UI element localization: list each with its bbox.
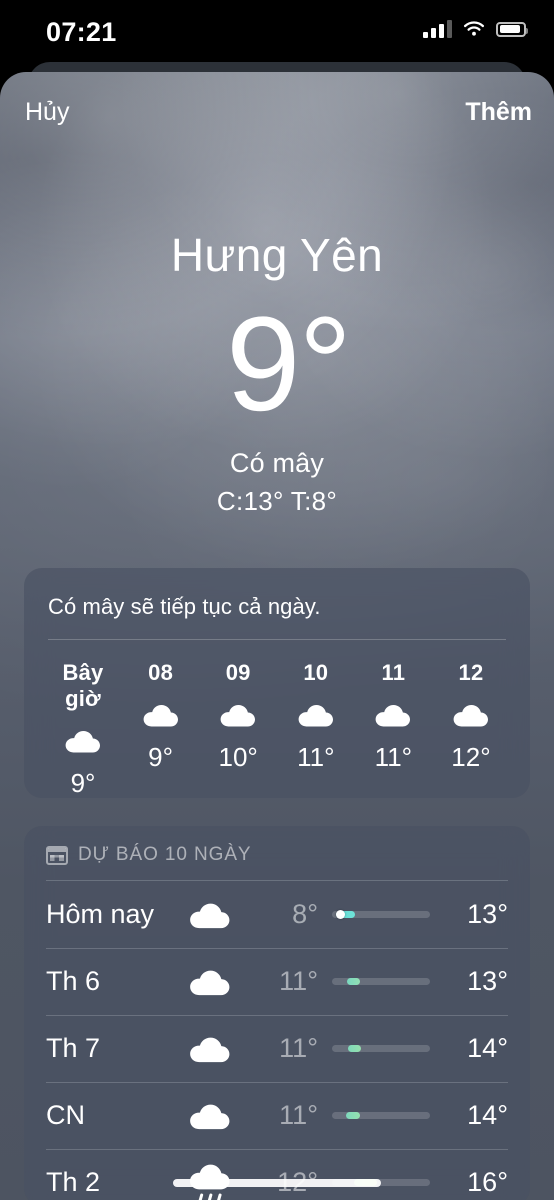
daily-row-day: Th 7 bbox=[46, 1033, 101, 1063]
daily-row-low-temp: 11° bbox=[279, 1100, 318, 1130]
daily-row-low-temp: 11° bbox=[279, 1033, 318, 1063]
sheet-navigation-bar: Hủy Thêm bbox=[0, 72, 554, 150]
daily-forecast-row[interactable]: Hôm nay 8° 13° bbox=[24, 881, 530, 948]
hourly-item-icon bbox=[283, 692, 349, 738]
hourly-item-icon bbox=[50, 718, 116, 764]
hourly-item-temp: 11° bbox=[374, 742, 413, 772]
hourly-item-icon bbox=[360, 692, 426, 738]
daily-row-day: Th 2 bbox=[46, 1167, 101, 1197]
hourly-item-time: 11 bbox=[381, 660, 406, 685]
current-temperature-marker bbox=[335, 910, 345, 919]
daily-row-icon bbox=[168, 966, 252, 998]
hourly-summary-text: Có mây sẽ tiếp tục cả ngày. bbox=[48, 594, 321, 619]
hourly-item: Bây giờ 9° bbox=[50, 660, 116, 799]
daily-row-day: Hôm nay bbox=[46, 899, 155, 929]
cloud-icon bbox=[220, 705, 256, 727]
calendar-icon bbox=[46, 845, 68, 865]
hourly-item-time: 10 bbox=[303, 660, 329, 685]
daily-forecast-row[interactable]: Th 260%12°16° bbox=[24, 1149, 530, 1200]
ten-day-forecast-label: DỰ BÁO 10 NGÀY bbox=[78, 844, 252, 865]
hourly-item-time: 09 bbox=[225, 660, 251, 685]
hourly-item-temp: 12° bbox=[451, 742, 491, 772]
temperature-range-track bbox=[332, 910, 430, 919]
cloud-icon bbox=[375, 705, 411, 727]
hourly-item-time: 08 bbox=[148, 660, 174, 685]
hourly-item-icon bbox=[438, 692, 504, 738]
hourly-item-time: 12 bbox=[458, 660, 484, 685]
home-indicator[interactable] bbox=[173, 1179, 381, 1187]
daily-row-high-temp: 16° bbox=[467, 1167, 508, 1197]
status-bar: 07:21 bbox=[0, 0, 554, 62]
cloud-icon bbox=[190, 970, 230, 995]
current-temperature: 9° bbox=[225, 290, 352, 439]
hourly-forecast-card[interactable]: Có mây sẽ tiếp tục cả ngày. Bây giờ 9° 08 9… bbox=[24, 568, 530, 798]
cloud-icon bbox=[190, 903, 230, 928]
city-name: Hưng Yên bbox=[170, 229, 384, 281]
cloud-icon bbox=[298, 705, 333, 727]
hourly-item-icon bbox=[205, 692, 271, 738]
hourly-forecast-list[interactable]: Bây giờ 9° 08 9° 09 10° 10 11° 11 11° 12 12° bbox=[24, 640, 530, 799]
cloud-icon bbox=[65, 731, 100, 753]
cloud-icon bbox=[190, 1104, 230, 1129]
temperature-range-fill bbox=[346, 978, 361, 985]
battery-icon bbox=[496, 21, 528, 37]
high-low-temperature: C:13° T:8° bbox=[216, 486, 338, 516]
hourly-item-temp: 9° bbox=[70, 768, 96, 798]
daily-row-icon bbox=[168, 1033, 252, 1065]
temperature-range-fill bbox=[347, 1045, 362, 1052]
add-button[interactable]: Thêm bbox=[465, 98, 532, 127]
daily-row-high-temp: 13° bbox=[467, 966, 508, 996]
cloud-icon bbox=[143, 705, 178, 727]
ten-day-forecast-card[interactable]: DỰ BÁO 10 NGÀY Hôm nay 8° 13° Th 6 11° 13° Th … bbox=[24, 826, 530, 1200]
hourly-item: 10 11° bbox=[283, 660, 349, 799]
cloud-icon bbox=[190, 1037, 230, 1062]
temperature-range-track bbox=[332, 1112, 430, 1119]
daily-row-high-temp: 13° bbox=[467, 899, 508, 929]
current-weather-hero: Hưng Yên 9° Có mây C:13° T:8° bbox=[0, 150, 554, 517]
hourly-item: 09 10° bbox=[205, 660, 271, 799]
wifi-icon bbox=[463, 21, 485, 36]
cancel-button[interactable]: Hủy bbox=[25, 98, 69, 127]
status-bar-time: 07:21 bbox=[46, 17, 117, 47]
signal-bars-icon bbox=[423, 20, 452, 38]
temperature-range-track bbox=[332, 1045, 430, 1052]
daily-forecast-row[interactable]: Th 7 11° 14° bbox=[24, 1015, 530, 1082]
hourly-item-temp: 9° bbox=[148, 742, 174, 772]
daily-row-icon bbox=[168, 1100, 252, 1132]
ten-day-forecast-list[interactable]: Hôm nay 8° 13° Th 6 11° 13° Th 7 11° 14° CN 11° 14°… bbox=[24, 881, 530, 1200]
current-condition: Có mây bbox=[229, 448, 325, 478]
daily-row-low-temp: 11° bbox=[279, 966, 318, 996]
hourly-item-temp: 10° bbox=[218, 742, 258, 772]
daily-row-low-temp: 8° bbox=[292, 899, 318, 929]
hourly-item: 08 9° bbox=[128, 660, 194, 799]
hourly-item: 11 11° bbox=[360, 660, 426, 799]
temperature-range-track bbox=[332, 978, 430, 985]
hourly-item-temp: 11° bbox=[297, 742, 335, 772]
add-city-weather-sheet: Hủy Thêm Hưng Yên 9° Có mây C:13° T:8° C… bbox=[0, 72, 554, 1200]
daily-row-high-temp: 14° bbox=[467, 1033, 508, 1063]
cloud-icon bbox=[453, 705, 488, 727]
daily-row-day: CN bbox=[46, 1100, 85, 1130]
hourly-item-icon bbox=[128, 692, 194, 738]
daily-row-day: Th 6 bbox=[46, 966, 101, 996]
daily-row-high-temp: 14° bbox=[467, 1100, 508, 1130]
daily-row-icon bbox=[168, 899, 252, 931]
hourly-item: 12 12° bbox=[438, 660, 504, 799]
status-bar-icons bbox=[423, 20, 528, 38]
temperature-range-fill bbox=[345, 1112, 361, 1119]
daily-forecast-row[interactable]: CN 11° 14° bbox=[24, 1082, 530, 1149]
hourly-item-time: Bây giờ bbox=[62, 660, 104, 711]
ten-day-forecast-header: DỰ BÁO 10 NGÀY bbox=[24, 826, 530, 866]
daily-forecast-row[interactable]: Th 6 11° 13° bbox=[24, 948, 530, 1015]
